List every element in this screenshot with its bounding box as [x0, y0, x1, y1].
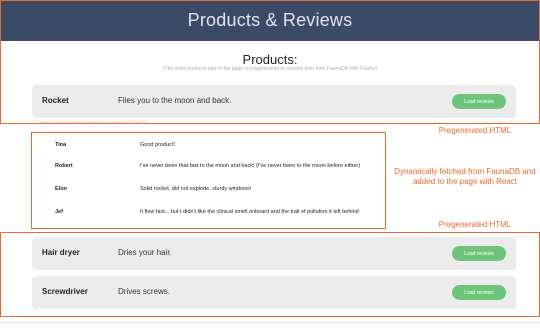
divider [0, 322, 540, 323]
annotation-pregenerated-top: Pregenerated HTML [438, 126, 512, 135]
pregenerated-outline-top [0, 0, 540, 124]
annotation-dynamic: Dynamically fetched from FaunaDB and add… [394, 167, 536, 186]
pregenerated-outline-bottom [0, 232, 540, 317]
annotation-pregenerated-bottom: Pregenerated HTML [438, 220, 512, 229]
dynamic-outline [31, 132, 386, 229]
